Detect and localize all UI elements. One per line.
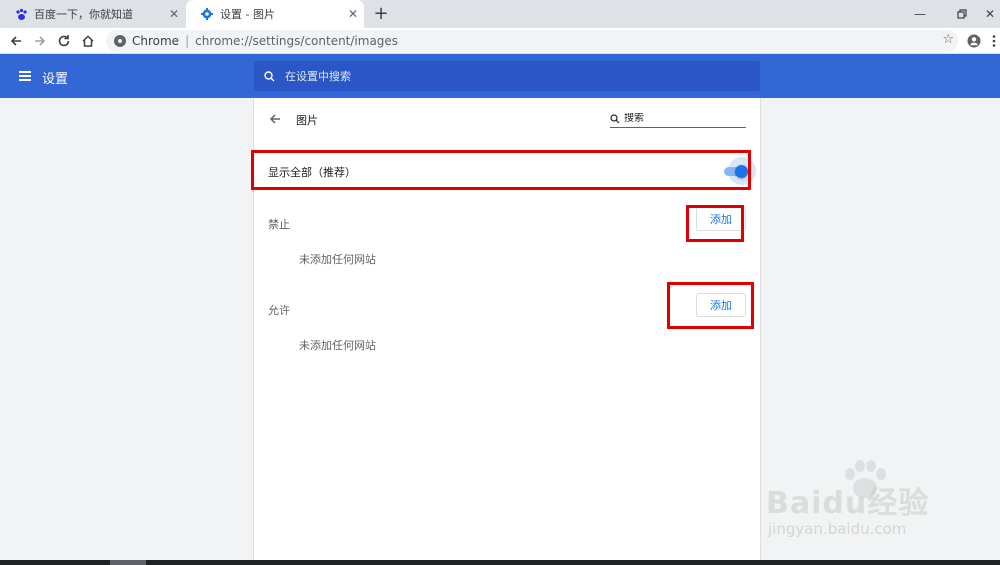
back-icon[interactable] [6, 31, 26, 51]
images-settings-card: 图片 显示全部（推荐） 禁止 添加 未添加任何网站 允许 添加 未添加任何网站 [253, 98, 761, 565]
close-icon[interactable]: ✕ [342, 7, 364, 21]
baidu-paw-icon [14, 7, 28, 21]
menu-icon[interactable] [988, 31, 1000, 51]
settings-search-input[interactable] [285, 69, 725, 83]
baidu-watermark: Baidu经验 jingyan.baidu.com [766, 460, 966, 550]
settings-title: 设置 [42, 72, 69, 87]
subpage-header: 图片 [254, 98, 760, 140]
blocked-empty-text: 未添加任何网站 [299, 253, 376, 266]
add-blocked-button[interactable]: 添加 [696, 207, 746, 231]
url-text: chrome://settings/content/images [195, 34, 399, 48]
gear-icon [200, 7, 214, 21]
separator: | [185, 34, 190, 48]
show-all-row: 显示全部（推荐） [254, 152, 760, 190]
browser-toolbar: Chrome | chrome://settings/content/image… [0, 28, 1000, 54]
tab-baidu[interactable]: 百度一下，你就知道 ✕ [0, 0, 185, 28]
close-window-icon[interactable]: ✕ [980, 0, 1000, 28]
tab-settings-images[interactable]: 设置 - 图片 ✕ [186, 0, 364, 28]
address-bar[interactable]: Chrome | chrome://settings/content/image… [106, 30, 958, 52]
close-icon[interactable]: ✕ [163, 7, 185, 21]
blocked-section-label: 禁止 [268, 218, 290, 231]
tab-strip: 百度一下，你就知道 ✕ 设置 - 图片 ✕ + — ✕ [0, 0, 1000, 28]
subpage-search-input[interactable] [624, 113, 734, 124]
search-icon [610, 113, 620, 123]
back-arrow-icon[interactable] [268, 111, 284, 127]
scroll-thumb[interactable] [110, 560, 146, 565]
show-all-label: 显示全部（推荐） [268, 166, 356, 179]
add-allowed-button[interactable]: 添加 [696, 293, 746, 317]
site-chip: Chrome [132, 34, 180, 48]
allowed-empty-text: 未添加任何网站 [299, 339, 376, 352]
allowed-section-label: 允许 [268, 304, 290, 317]
forward-icon[interactable] [30, 31, 50, 51]
tab-title: 设置 - 图片 [220, 8, 275, 21]
restore-icon[interactable] [946, 0, 978, 28]
taskbar [0, 560, 1000, 565]
hamburger-menu-icon[interactable] [19, 71, 31, 81]
profile-icon[interactable] [964, 31, 984, 51]
minimize-icon[interactable]: — [904, 0, 936, 28]
home-icon[interactable] [78, 31, 98, 51]
show-all-toggle[interactable] [724, 157, 756, 185]
chrome-site-icon [114, 35, 126, 47]
watermark-brand: Baidu经验 [766, 486, 930, 521]
reload-icon[interactable] [54, 31, 74, 51]
settings-header: 设置 [0, 54, 1000, 98]
star-icon[interactable]: ☆ [942, 32, 954, 47]
watermark-site: jingyan.baidu.com [768, 520, 907, 538]
tab-title: 百度一下，你就知道 [34, 8, 133, 21]
new-tab-button[interactable]: + [370, 3, 392, 25]
settings-search[interactable] [254, 61, 760, 91]
subpage-search[interactable] [610, 110, 746, 128]
search-icon [264, 70, 275, 81]
page-title: 图片 [296, 114, 318, 127]
